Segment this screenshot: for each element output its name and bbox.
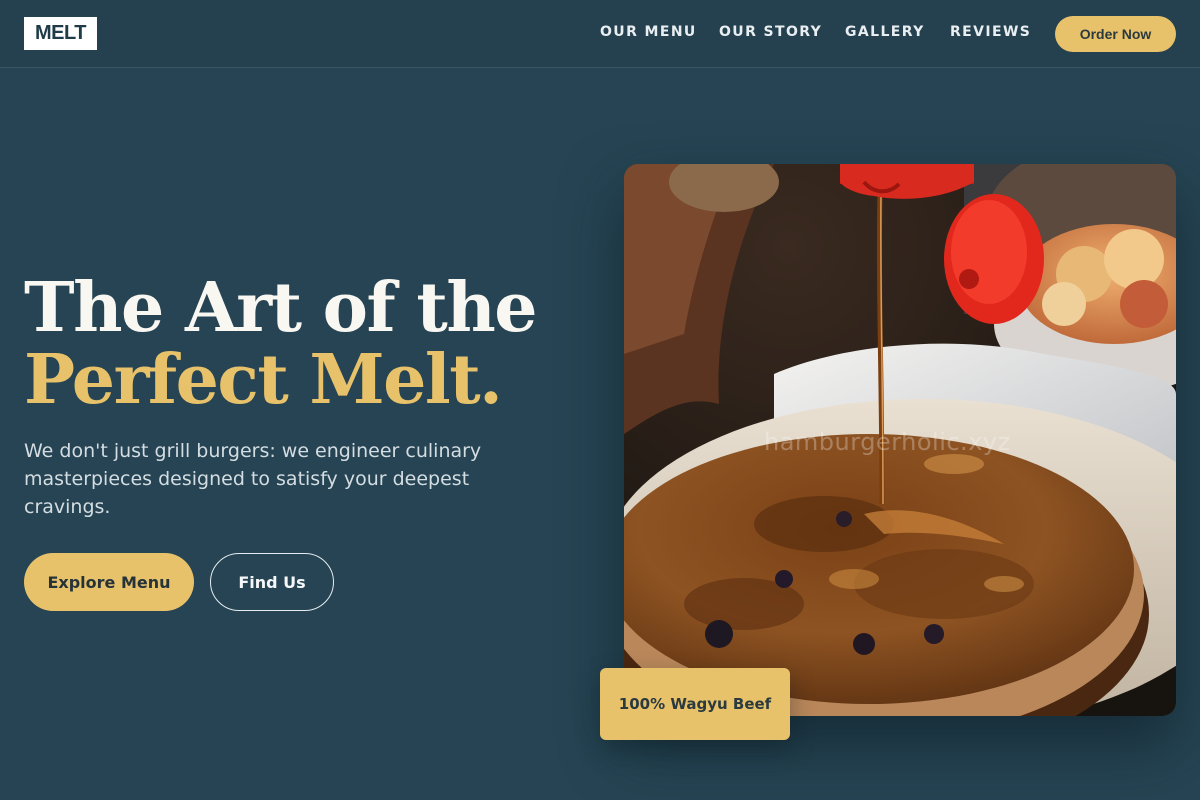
hero-title-line2: Perfect Melt.	[24, 340, 503, 420]
site-header: MELT OUR MENU OUR STORY GALLERY REVIEWS …	[0, 0, 1200, 68]
nav-our-story[interactable]: OUR STORY	[719, 24, 822, 40]
wagyu-beef-badge: 100% Wagyu Beef	[600, 668, 790, 740]
hero-title-line1: The Art of the	[24, 268, 538, 348]
find-us-button[interactable]: Find Us	[210, 553, 334, 611]
explore-menu-button[interactable]: Explore Menu	[24, 553, 194, 611]
hero-subtitle: We don't just grill burgers: we engineer…	[24, 440, 482, 518]
landing-page: MELT OUR MENU OUR STORY GALLERY REVIEWS …	[0, 0, 1200, 800]
hero-title: The Art of the Perfect Melt.	[24, 272, 544, 416]
order-now-button[interactable]: Order Now	[1055, 16, 1176, 52]
melt-logo[interactable]: MELT	[24, 17, 97, 50]
image-watermark: hamburgerholic.xyz	[764, 428, 1011, 456]
nav-gallery[interactable]: GALLERY	[845, 24, 925, 40]
nav-our-menu[interactable]: OUR MENU	[600, 24, 697, 40]
nav-reviews[interactable]: REVIEWS	[950, 24, 1031, 40]
